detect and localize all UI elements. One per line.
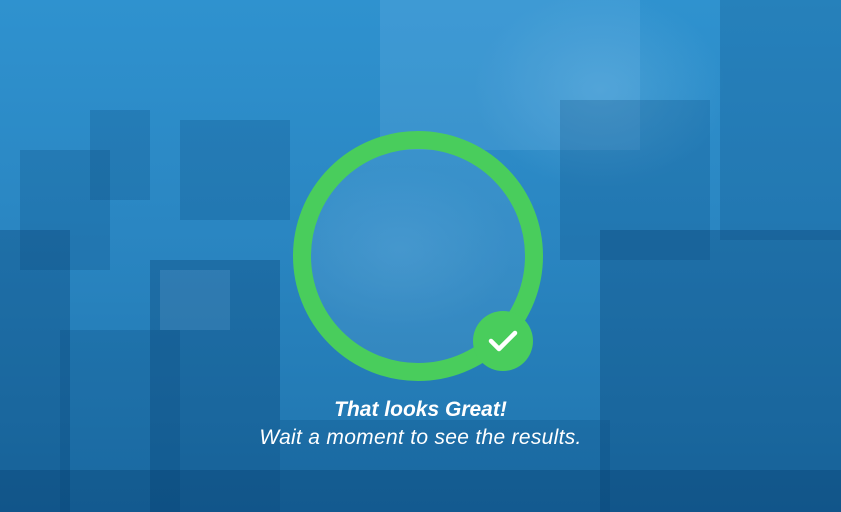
checkmark-icon [487, 329, 519, 353]
success-message: Wait a moment to see the results. [259, 426, 582, 449]
scenery-block [180, 120, 290, 220]
success-title: That looks Great! [334, 398, 507, 421]
check-badge [473, 311, 533, 371]
success-indicator [293, 131, 543, 381]
scenery-block [0, 470, 841, 512]
scenery-block [160, 270, 230, 330]
scenery-block [720, 0, 841, 240]
scenery-block [90, 110, 150, 200]
